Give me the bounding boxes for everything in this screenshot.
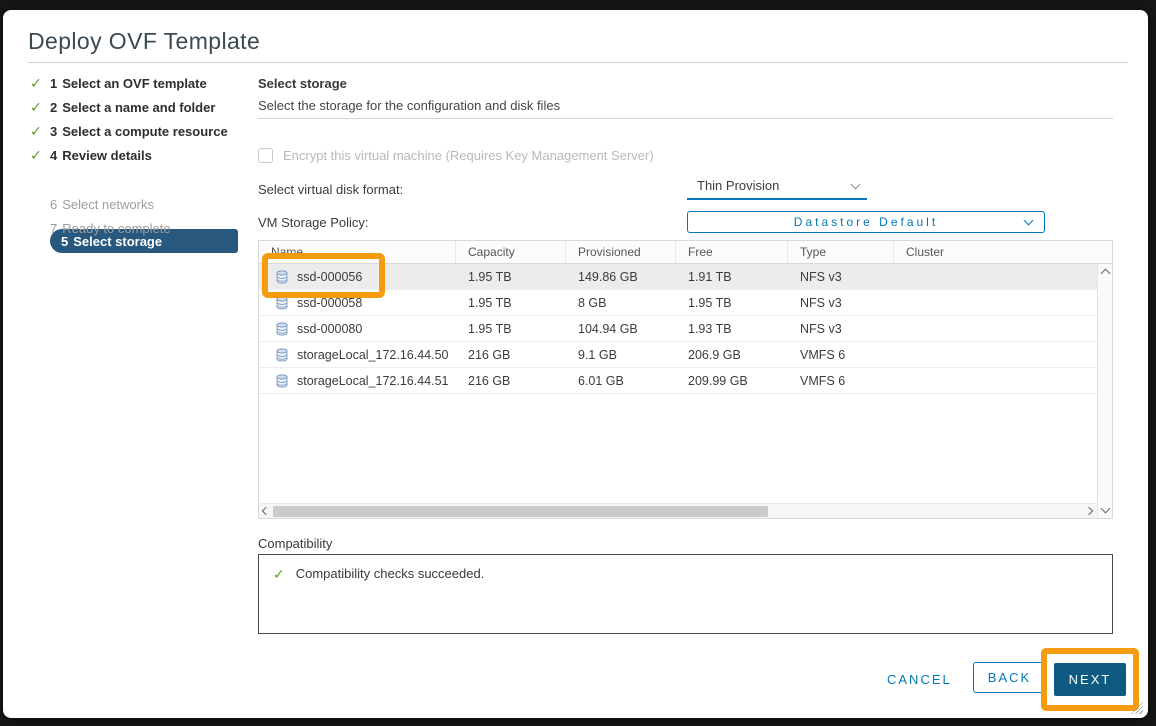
datastore-name: ssd-000080 (297, 322, 362, 336)
column-header-provisioned[interactable]: Provisioned (566, 241, 676, 263)
desktop-background: Deploy OVF Template ✓ 1 Select an OVF te… (0, 0, 1156, 726)
table-row-storagelocal-50[interactable]: storageLocal_172.16.44.50 216 GB 9.1 GB … (259, 342, 1097, 368)
compatibility-box: ✓ Compatibility checks succeeded. (258, 554, 1113, 634)
title-divider (28, 62, 1128, 63)
table-row-ssd-000080[interactable]: ssd-000080 1.95 TB 104.94 GB 1.93 TB NFS… (259, 316, 1097, 342)
datastore-icon (275, 374, 289, 388)
column-header-capacity[interactable]: Capacity (456, 241, 566, 263)
back-button[interactable]: BACK (973, 662, 1046, 693)
vm-storage-policy-value: Datastore Default (794, 215, 938, 229)
column-header-cluster[interactable]: Cluster (894, 241, 1112, 263)
chevron-down-icon (1024, 216, 1034, 226)
success-check-icon: ✓ (273, 566, 285, 583)
datastore-name: storageLocal_172.16.44.50 (297, 348, 449, 362)
step-6-select-networks: 6 Select networks (30, 194, 154, 214)
dialog-title: Deploy OVF Template (28, 28, 260, 55)
check-icon: ✓ (30, 75, 50, 92)
encrypt-checkbox[interactable] (258, 148, 273, 163)
annotation-highlight-next-button: NEXT (1041, 648, 1139, 711)
vm-storage-policy-dropdown[interactable]: Datastore Default (687, 211, 1045, 233)
horizontal-scrollbar-thumb[interactable] (273, 506, 768, 517)
scroll-down-icon[interactable] (1101, 504, 1111, 514)
table-row-storagelocal-51[interactable]: storageLocal_172.16.44.51 216 GB 6.01 GB… (259, 368, 1097, 394)
datastore-name: ssd-000056 (297, 270, 362, 284)
disk-format-dropdown[interactable]: Thin Provision (687, 176, 867, 200)
datastore-icon (275, 296, 289, 310)
step-1-select-ovf-template[interactable]: ✓ 1 Select an OVF template (30, 73, 207, 93)
datastore-name: storageLocal_172.16.44.51 (297, 374, 449, 388)
step-7-ready-to-complete: 7 Ready to complete (30, 218, 171, 238)
encrypt-checkbox-label: Encrypt this virtual machine (Requires K… (283, 148, 654, 163)
next-button[interactable]: NEXT (1054, 663, 1126, 696)
check-icon: ✓ (30, 99, 50, 116)
step-2-select-name-folder[interactable]: ✓ 2 Select a name and folder (30, 97, 215, 117)
column-header-name[interactable]: Name (259, 241, 456, 263)
scroll-right-icon[interactable] (1085, 507, 1093, 515)
page-subtitle: Select the storage for the configuration… (258, 98, 560, 113)
table-header-row: Name Capacity Provisioned Free Type Clus… (259, 241, 1112, 264)
datastore-icon (275, 348, 289, 362)
compatibility-label: Compatibility (258, 536, 332, 551)
disk-format-label: Select virtual disk format: (258, 182, 403, 197)
table-row-ssd-000056[interactable]: ssd-000056 1.95 TB 149.86 GB 1.91 TB NFS… (259, 264, 1097, 290)
scroll-left-icon[interactable] (262, 507, 270, 515)
table-body: ssd-000056 1.95 TB 149.86 GB 1.91 TB NFS… (259, 264, 1097, 503)
column-header-free[interactable]: Free (676, 241, 788, 263)
datastore-icon (275, 322, 289, 336)
datastore-name: ssd-000058 (297, 296, 362, 310)
vertical-scrollbar[interactable] (1097, 264, 1112, 518)
datastore-icon (275, 270, 289, 284)
scroll-up-icon[interactable] (1101, 269, 1111, 279)
disk-format-value: Thin Provision (697, 178, 779, 193)
chevron-down-icon (851, 179, 861, 189)
check-icon: ✓ (30, 123, 50, 140)
vm-storage-policy-label: VM Storage Policy: (258, 215, 369, 230)
step-4-review-details[interactable]: ✓ 4 Review details (30, 145, 152, 165)
step-3-select-compute-resource[interactable]: ✓ 3 Select a compute resource (30, 121, 228, 141)
panel-divider (258, 118, 1113, 119)
compatibility-message: Compatibility checks succeeded. (296, 566, 485, 581)
table-row-ssd-000058[interactable]: ssd-000058 1.95 TB 8 GB 1.95 TB NFS v3 (259, 290, 1097, 316)
column-header-type[interactable]: Type (788, 241, 894, 263)
horizontal-scrollbar[interactable] (259, 503, 1097, 518)
page-title: Select storage (258, 76, 347, 91)
encrypt-vm-row: Encrypt this virtual machine (Requires K… (258, 148, 654, 163)
check-icon: ✓ (30, 147, 50, 164)
cancel-button[interactable]: CANCEL (887, 672, 952, 687)
datastore-table: Name Capacity Provisioned Free Type Clus… (258, 240, 1113, 519)
deploy-ovf-template-dialog: Deploy OVF Template ✓ 1 Select an OVF te… (3, 10, 1148, 718)
